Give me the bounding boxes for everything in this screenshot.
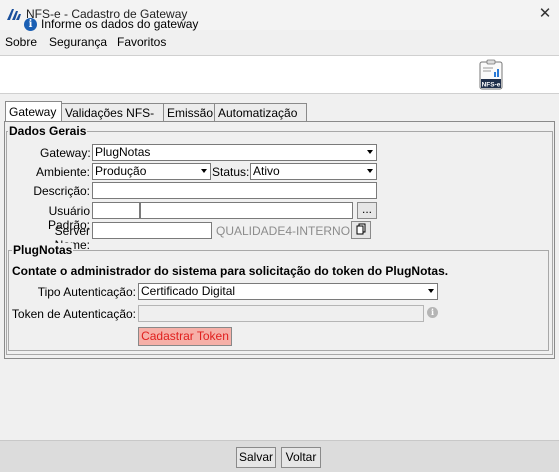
copy-icon [356,223,366,235]
ambiente-select-value: Produção [95,164,147,178]
app-logo-icon [7,9,21,20]
footer-bar [0,440,559,472]
server-name-input[interactable] [92,222,212,239]
status-select[interactable]: Ativo [250,163,377,180]
tab-validacoes-nfse[interactable]: Validações NFS-e [61,103,164,138]
descricao-input[interactable] [92,182,377,199]
usuario-code-input[interactable] [92,202,140,219]
info-icon: i [24,18,37,31]
token-info-icon: i [427,307,438,318]
nfse-document-icon: NFS-e [479,59,503,90]
ambiente-select[interactable]: Produção [92,163,211,180]
plugnotas-notice: Contate o administrador do sistema para … [12,264,449,278]
token-input[interactable] [138,305,424,322]
nfse-badge-text: NFS-e [482,82,501,89]
copy-button[interactable] [351,221,371,239]
info-bar [0,55,559,94]
gateway-select-value: PlugNotas [95,145,151,159]
gateway-label: Gateway: [40,146,91,160]
status-label: Status: [212,165,250,179]
save-button[interactable]: Salvar [236,447,276,468]
info-text: Informe os dados do gateway [41,17,199,31]
tipo-autenticacao-value: Certificado Digital [141,284,236,298]
chevron-down-icon [367,169,373,173]
menu-item-seguranca[interactable]: Segurança [49,35,107,49]
cadastrar-token-button[interactable]: Cadastrar Token [138,327,232,346]
close-icon[interactable]: ✕ [536,5,554,23]
back-button[interactable]: Voltar [281,447,321,468]
chevron-down-icon [428,289,434,293]
chevron-down-icon [367,150,373,154]
chevron-down-icon [201,169,207,173]
usuario-name-input[interactable] [140,202,353,219]
menu-bar: Sobre Segurança Favoritos [0,31,559,53]
token-label: Token de Autenticação: [11,307,136,321]
status-select-value: Ativo [253,164,280,178]
menu-item-favoritos[interactable]: Favoritos [117,35,166,49]
dados-gerais-legend: Dados Gerais [8,124,88,138]
server-name-hint: QUALIDADE4-INTERNO [216,224,351,238]
ambiente-label: Ambiente: [35,165,90,179]
tipo-autenticacao-select[interactable]: Certificado Digital [138,283,438,300]
menu-item-sobre[interactable]: Sobre [5,35,37,49]
tipo-autenticacao-label: Tipo Autenticação: [37,285,136,299]
tab-emissao[interactable]: Emissão [163,103,215,121]
gateway-select[interactable]: PlugNotas [92,144,377,161]
tab-automatizacao[interactable]: Automatização [214,103,307,121]
tab-gateway[interactable]: Gateway [5,101,62,122]
usuario-lookup-button[interactable]: ... [357,202,377,219]
descricao-label: Descrição: [33,184,90,198]
plugnotas-legend: PlugNotas [12,243,74,257]
